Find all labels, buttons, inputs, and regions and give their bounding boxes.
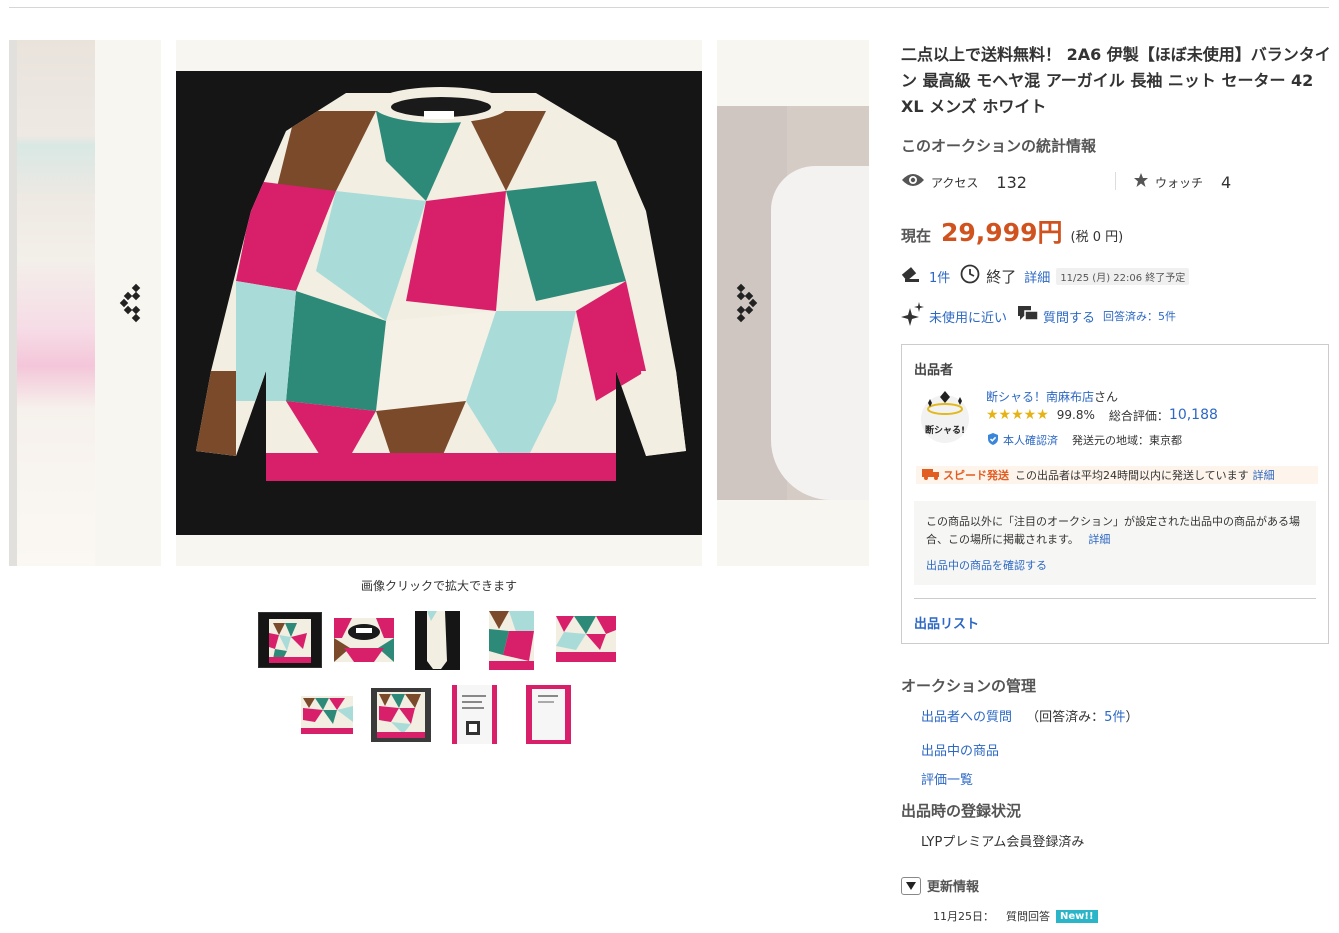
prev-arrow-icon[interactable] xyxy=(119,283,147,323)
answered-prefix: （回答済み： xyxy=(1026,710,1105,725)
end-detail-link[interactable]: 詳細 xyxy=(1024,267,1050,286)
seller-list-link[interactable]: 出品リスト xyxy=(914,613,979,632)
prev-image-preview xyxy=(9,40,95,566)
next-arrow-icon[interactable] xyxy=(730,283,758,323)
verified-link[interactable]: 本人確認済 xyxy=(1003,432,1058,448)
thumbnail-5[interactable] xyxy=(556,616,616,662)
bid-info-row: 1件 終了 詳細 11/25 (月) 22:06 終了予定 xyxy=(901,264,1190,288)
star-icon xyxy=(1133,172,1149,192)
rating-stars-icon: ★★★★★ xyxy=(986,407,1049,423)
registration-status: LYPプレミアム会員登録済み xyxy=(921,835,1085,850)
update-event: 質問回答 xyxy=(1006,910,1050,923)
top-divider xyxy=(9,7,1329,8)
speed-text: この出品者は平均24時間以内に発送しています xyxy=(1015,469,1249,482)
answered-count[interactable]: 5件 xyxy=(1104,710,1125,725)
chat-icon xyxy=(1017,304,1039,328)
thumbnail-2[interactable] xyxy=(334,618,394,662)
seller-name-row: 断シャる！南麻布店さん xyxy=(986,388,1118,405)
gallery-caption: 画像クリックで拡大できます xyxy=(360,579,517,593)
watch-stat[interactable]: ウォッチ 4 xyxy=(1133,170,1231,194)
price-tax: (税 0 円) xyxy=(1070,230,1124,245)
seller-box: 出品者 断シャる! 断シャる！南麻布店さん ★★★★★ 99.8% 総合評価： … xyxy=(901,344,1329,644)
end-label: 終了 xyxy=(986,267,1017,286)
answered-suffix: ） xyxy=(1125,710,1139,725)
note-text: この商品以外に「注目のオークション」が設定された出品中の商品がある場合、この場所… xyxy=(926,515,1300,546)
access-count: 132 xyxy=(996,172,1027,192)
thumbnail-4[interactable] xyxy=(489,611,534,670)
speed-shipping-row: スピード発送 この出品者は平均24時間以内に発送しています 詳細 xyxy=(916,466,1318,484)
thumbnail-6[interactable] xyxy=(297,692,357,737)
stats-separator xyxy=(1115,172,1116,190)
access-label: アクセス xyxy=(931,175,979,190)
condition-row: 未使用に近い 質問する 回答済み：5件 xyxy=(901,302,1176,330)
listing-items-link[interactable]: 出品中の商品 xyxy=(921,740,999,759)
condition-link[interactable]: 未使用に近い xyxy=(929,307,1007,326)
seller-rating-row: ★★★★★ 99.8% 総合評価： 10,188 xyxy=(986,406,1218,424)
truck-icon xyxy=(922,468,940,483)
sparkle-icon xyxy=(901,302,925,330)
stats-heading: このオークションの統計情報 xyxy=(901,137,1097,155)
seller-divider xyxy=(914,598,1316,599)
ratings-list-link[interactable]: 評価一覧 xyxy=(921,769,973,788)
seller-region: 発送元の地域：東京都 xyxy=(1072,434,1182,447)
rating-label: 総合評価： xyxy=(1108,408,1169,423)
seller-name-suffix: さん xyxy=(1094,390,1119,404)
price-row: 現在 29,999円 (税 0 円) xyxy=(901,213,1123,249)
seller-question-row: 出品者への質問 （回答済み：5件） xyxy=(921,706,1138,725)
access-stat: アクセス 132 xyxy=(901,170,1027,194)
watch-count: 4 xyxy=(1221,172,1232,192)
clock-icon xyxy=(960,264,980,288)
gallery-next-panel[interactable] xyxy=(717,40,869,566)
rating-count-link[interactable]: 10,188 xyxy=(1169,407,1218,423)
seller-logo-text: 断シャる! xyxy=(925,424,965,436)
thumbnail-3[interactable] xyxy=(415,611,460,670)
gallery-prev-panel[interactable] xyxy=(9,40,161,566)
thumbnail-1[interactable] xyxy=(258,612,322,668)
ask-question-link[interactable]: 質問する xyxy=(1043,307,1095,326)
rating-percent: 99.8% xyxy=(1056,408,1095,422)
stats-row: アクセス 132 ウォッチ 4 xyxy=(901,170,1329,194)
main-image-panel[interactable] xyxy=(176,40,702,566)
watch-label: ウォッチ xyxy=(1155,175,1204,190)
new-badge: New!! xyxy=(1056,909,1098,923)
seller-question-link[interactable]: 出品者への質問 xyxy=(921,710,1012,725)
thumbnail-9[interactable] xyxy=(526,685,571,744)
registration-heading: 出品時の登録状況 xyxy=(901,802,1022,820)
current-price: 29,999円 xyxy=(941,218,1063,247)
speed-detail-link[interactable]: 詳細 xyxy=(1253,467,1275,483)
update-date: 11月25日： xyxy=(933,910,994,923)
speed-badge: スピード発送 xyxy=(943,469,1009,482)
answered-count-link[interactable]: 回答済み：5件 xyxy=(1103,308,1176,324)
thumbnail-7[interactable] xyxy=(371,688,431,742)
collapse-toggle-icon[interactable] xyxy=(901,876,921,895)
seller-verify-row: 本人確認済 発送元の地域：東京都 xyxy=(986,432,1182,448)
eye-icon xyxy=(901,172,925,192)
seller-heading: 出品者 xyxy=(914,363,954,378)
updates-header: 更新情報 xyxy=(901,876,979,895)
gavel-icon xyxy=(901,264,923,288)
shield-check-icon xyxy=(986,432,1000,449)
seller-name-link[interactable]: 断シャる！南麻布店 xyxy=(986,390,1094,404)
bid-count-link[interactable]: 1件 xyxy=(929,267,950,286)
price-label: 現在 xyxy=(901,227,932,245)
featured-auction-note: この商品以外に「注目のオークション」が設定された出品中の商品がある場合、この場所… xyxy=(914,501,1316,585)
note-detail-link[interactable]: 詳細 xyxy=(1088,533,1110,546)
item-title: 二点以上で送料無料！ 2A6 伊製【ほぼ未使用】バランタイン 最高級 モヘヤ混 … xyxy=(901,45,1331,116)
seller-avatar[interactable]: 断シャる! xyxy=(920,389,970,449)
thumbnail-8[interactable] xyxy=(452,685,497,744)
management-heading: オークションの管理 xyxy=(901,677,1037,695)
check-listings-link[interactable]: 出品中の商品を確認する xyxy=(926,557,1304,575)
updates-heading: 更新情報 xyxy=(927,880,980,895)
update-entry: 11月25日： 質問回答 New!! xyxy=(933,908,1098,924)
end-time: 11/25 (月) 22:06 終了予定 xyxy=(1056,267,1190,285)
main-product-image[interactable] xyxy=(176,71,702,535)
